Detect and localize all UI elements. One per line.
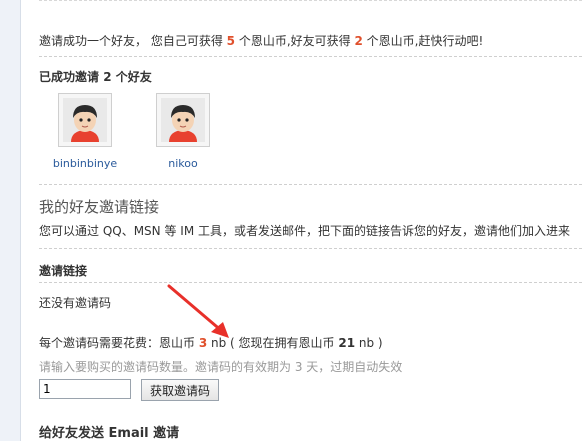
friend-name[interactable]: binbinbinye [53, 157, 117, 170]
divider [39, 56, 582, 57]
invite-text-before: 邀请成功一个好友， 您自己可获得 [39, 34, 227, 48]
invite-text-after: 个恩山币,赶快行动吧! [362, 34, 484, 48]
friend-item[interactable]: nikoo [152, 93, 214, 170]
top-divider [39, 0, 582, 1]
avatar-icon [63, 98, 107, 142]
get-invite-code-button[interactable]: 获取邀请码 [141, 379, 220, 401]
avatar[interactable] [58, 93, 112, 147]
annotation-arrow-icon [167, 284, 229, 338]
owned-coins-value: 21 [338, 336, 356, 350]
quantity-input[interactable] [39, 379, 131, 399]
invite-text-middle: 个恩山币,好友可获得 [235, 34, 355, 48]
invite-reward-message: 邀请成功一个好友， 您自己可获得 5 个恩山币,好友可获得 2 个恩山币,赶快行… [39, 32, 483, 49]
success-count: 2 [103, 70, 112, 84]
success-invite-title: 已成功邀请 2 个好友 [39, 70, 152, 84]
divider [39, 282, 582, 283]
avatar-icon [161, 98, 205, 142]
friend-item[interactable]: binbinbinye [53, 93, 117, 170]
invite-code-title: 邀请链接 [39, 264, 88, 278]
invite-link-description: 您可以通过 QQ、MSN 等 IM 工具，或者发送邮件，把下面的链接告诉您的好友… [39, 224, 570, 238]
no-invite-code-text: 还没有邀请码 [39, 296, 112, 310]
divider [39, 248, 582, 249]
email-invite-title: 给好友发送 Email 邀请 [39, 426, 180, 441]
avatar[interactable] [156, 93, 210, 147]
left-sidebar-edge [0, 0, 21, 441]
invite-link-section-title: 我的好友邀请链接 [39, 198, 160, 216]
friend-list: binbinbinye nikoo [53, 93, 214, 170]
friend-reward-count: 2 [354, 34, 363, 48]
divider [39, 184, 582, 185]
purchase-hint: 请输入要购买的邀请码数量。邀请码的有效期为 3 天，过期自动失效 [39, 360, 403, 374]
friend-name[interactable]: nikoo [168, 157, 197, 170]
self-reward-count: 5 [226, 34, 235, 48]
